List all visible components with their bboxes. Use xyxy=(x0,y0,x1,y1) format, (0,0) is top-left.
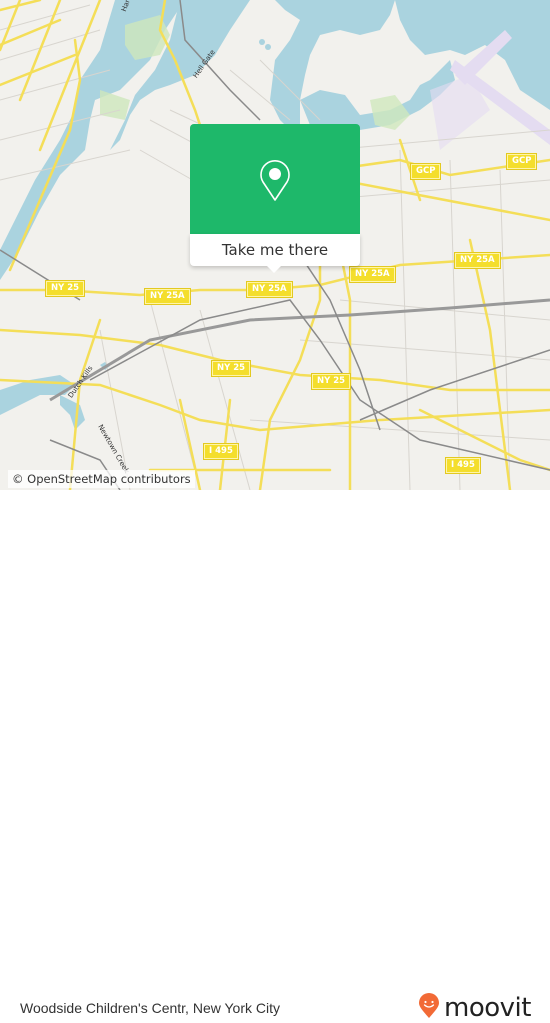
moovit-pin-icon xyxy=(418,993,440,1023)
moovit-wordmark: moovit xyxy=(444,993,531,1023)
route-shield-ny25a: NY 25A xyxy=(145,289,190,304)
map-attribution[interactable]: © OpenStreetMap contributors xyxy=(8,470,195,488)
route-shield-i495: I 495 xyxy=(204,444,238,459)
route-shield-ny25: NY 25 xyxy=(312,374,351,389)
route-shield-gcp: GCP xyxy=(411,164,441,179)
popup-pointer xyxy=(265,264,283,273)
location-popup: Take me there xyxy=(190,124,360,273)
route-shield-ny25: NY 25 xyxy=(46,281,85,296)
place-name: Woodside Children's Centr, New York City xyxy=(20,1000,280,1016)
route-shield-ny25: NY 25 xyxy=(212,361,251,376)
route-shield-ny25a: NY 25A xyxy=(350,267,395,282)
route-shield-i495: I 495 xyxy=(446,458,480,473)
route-shield-ny25a: NY 25A xyxy=(455,253,500,268)
map-canvas[interactable]: Harlem Hell Gate Dutch Kills Newtown Cre… xyxy=(0,0,550,490)
route-shield-ny25a: NY 25A xyxy=(247,282,292,297)
footer: Woodside Children's Centr, New York City… xyxy=(0,490,550,1023)
popup-header xyxy=(190,124,360,234)
route-shield-gcp: GCP xyxy=(507,154,537,169)
moovit-logo[interactable]: moovit xyxy=(418,993,531,1023)
take-me-there-button[interactable]: Take me there xyxy=(190,234,360,266)
